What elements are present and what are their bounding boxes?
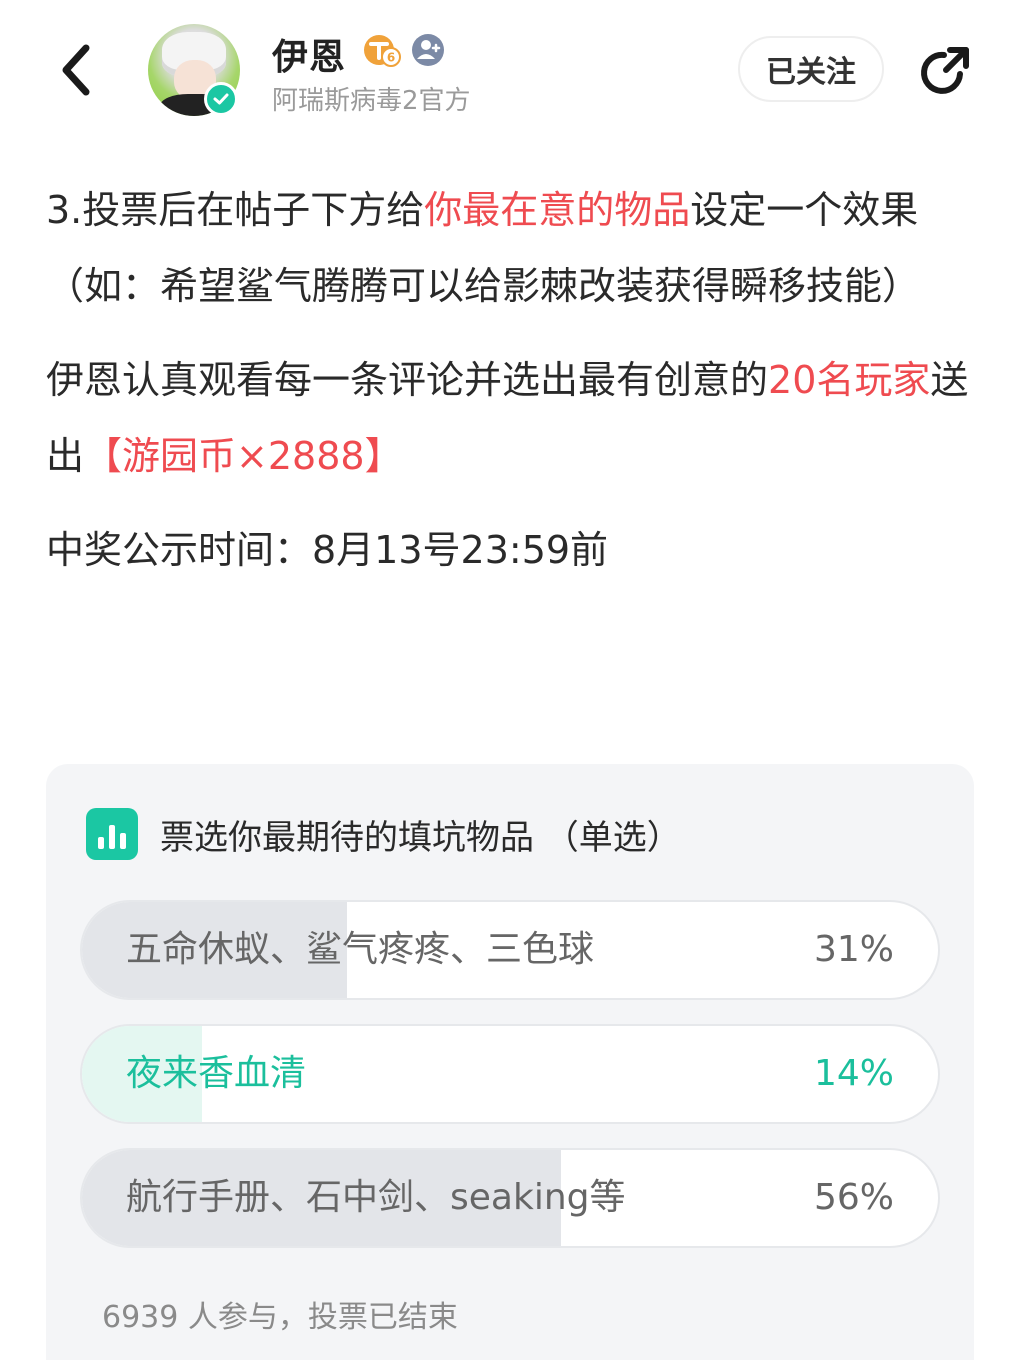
vote-option-label: 五命休蚁、鲨气疼疼、三色球 [126,929,595,970]
vote-header: 票选你最期待的填坑物品 （单选） [86,804,681,864]
chevron-left-icon [62,44,90,96]
official-role-icon [408,32,448,68]
vote-option-label: 夜来香血清 [126,1053,307,1094]
vote-title: 票选你最期待的填坑物品 （单选） [160,817,681,858]
post-paragraph-1: 3.投票后在帖子下方给你最在意的物品设定一个效果（如：希望鲨气腾腾可以给影棘改装… [46,172,980,324]
highlight-text: 20名玩家 [768,358,931,402]
level-badge-icon: 6 [362,32,402,68]
text-segment: 3.投票后在帖子下方给 [46,188,425,232]
verified-check-icon [204,82,238,116]
post-paragraph-3: 中奖公示时间：8月13号23:59前 [46,528,609,572]
reward-text: 【游园币×2888】 [84,434,403,478]
vote-option-percent: 31% [813,929,894,970]
share-button[interactable] [912,40,976,104]
vote-option[interactable]: 夜来香血清 14% [80,1024,940,1124]
back-button[interactable] [48,40,104,100]
post-content: 3.投票后在帖子下方给你最在意的物品设定一个效果（如：希望鲨气腾腾可以给影棘改装… [46,172,980,606]
vote-option-percent: 56% [813,1177,894,1218]
user-name[interactable]: 伊恩 [272,28,346,80]
highlight-text: 你最在意的物品 [424,188,691,232]
text-segment: 伊恩认真观看每一条评论并选出最有创意的 [46,358,769,402]
bar-chart-icon [86,808,138,860]
vote-footer: 6939 人参与，投票已结束 [102,1300,458,1335]
vote-option-label: 航行手册、石中剑、seaking等 [126,1177,626,1218]
vote-option[interactable]: 五命休蚁、鲨气疼疼、三色球 31% [80,900,940,1000]
user-subtitle: 阿瑞斯病毒2官方 [272,86,471,116]
vote-option-percent: 14% [813,1053,894,1094]
top-bar: 伊恩 6 阿瑞斯病毒2官方 已关注 [0,0,1020,140]
vote-option[interactable]: 航行手册、石中剑、seaking等 56% [80,1148,940,1248]
post-paragraph-2: 伊恩认真观看每一条评论并选出最有创意的20名玩家送出【游园币×2888】 [46,342,980,494]
share-icon [921,47,969,94]
vote-card: 票选你最期待的填坑物品 （单选） 五命休蚁、鲨气疼疼、三色球 31% 夜来香血清… [46,764,974,1360]
level-number: 6 [387,51,395,65]
follow-button[interactable]: 已关注 [738,36,884,102]
